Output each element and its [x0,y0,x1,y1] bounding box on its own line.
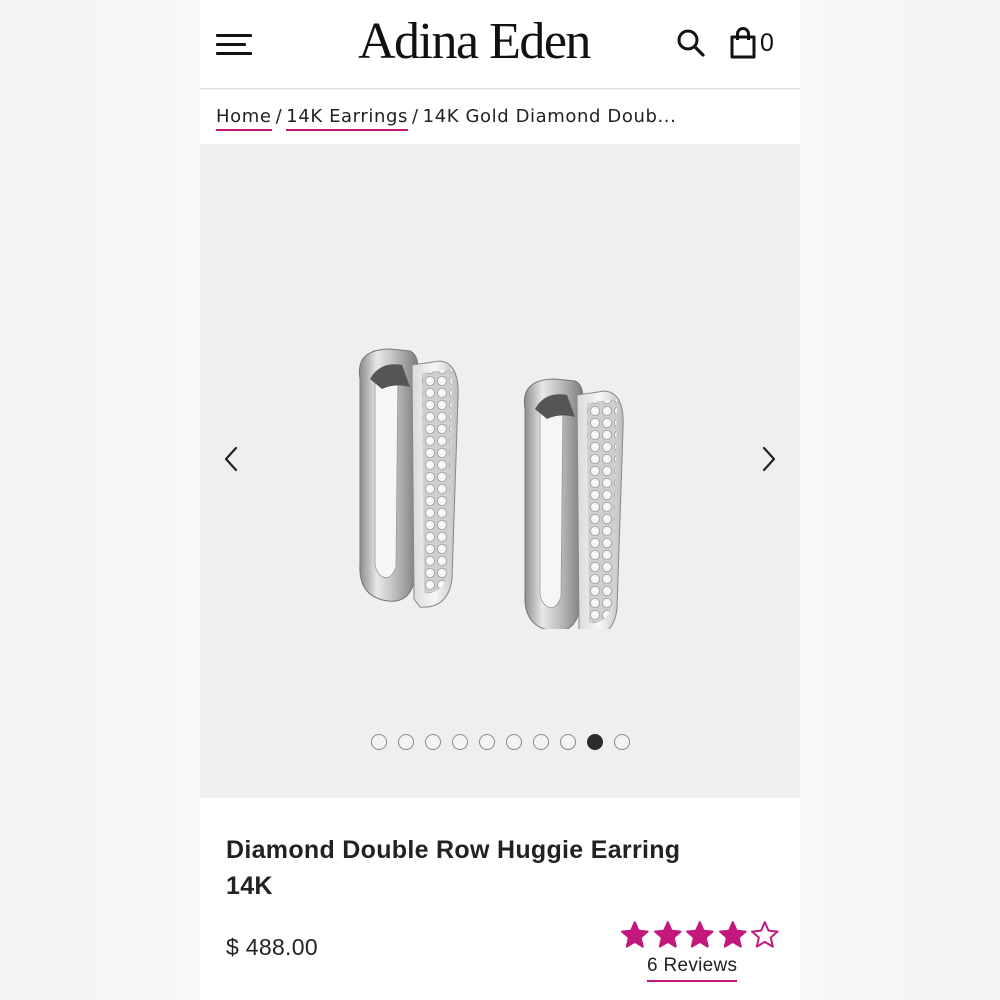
carousel-dot[interactable] [370,734,387,750]
product-title: Diamond Double Row Huggie Earring 14K [226,836,681,900]
product-image-huggie-earrings [358,348,624,629]
carousel-dot[interactable] [532,734,549,750]
breadcrumb-home-link[interactable]: Home [216,106,272,131]
star-filled-icon [686,921,714,948]
star-outline-icon [751,921,779,948]
product-image-carousel[interactable] [200,144,800,798]
carousel-dot[interactable] [424,734,441,750]
search-icon[interactable] [676,28,706,58]
breadcrumb-separator: / [411,106,419,127]
shopping-bag-icon[interactable] [728,27,758,59]
carousel-dot[interactable] [478,734,495,750]
hamburger-menu-icon[interactable] [216,30,254,60]
page-background-right [800,0,1000,1000]
star-filled-icon [653,921,682,948]
carousel-dot[interactable] [505,734,522,750]
star-filled-icon [620,921,649,948]
cart-count-badge[interactable]: 0 [760,28,774,58]
breadcrumb-current-page: 14K Gold Diamond Doub... [422,106,677,127]
carousel-dot[interactable] [613,734,630,750]
product-price: $ 488.00 [226,934,318,960]
carousel-dot[interactable] [451,734,468,750]
star-rating[interactable] [620,920,780,950]
site-header: Adina Eden 0 [200,0,800,89]
carousel-dot[interactable] [397,734,414,750]
carousel-pagination [200,734,800,750]
breadcrumb: Home/14K Earrings/14K Gold Diamond Doub.… [200,90,800,144]
page-background-left [0,0,200,1000]
product-info: Diamond Double Row Huggie Earring 14K $ … [200,798,800,1000]
mobile-viewport: Adina Eden 0 Home/14K Earrings/14K Gold … [200,0,800,1000]
carousel-dot[interactable] [586,734,603,750]
breadcrumb-category-link[interactable]: 14K Earrings [286,106,408,131]
star-filled-icon [718,921,747,948]
reviews-link[interactable]: 6 Reviews [647,955,738,982]
breadcrumb-separator: / [275,106,283,127]
chevron-right-icon[interactable] [756,444,780,474]
brand-logo[interactable]: Adina Eden [358,12,638,72]
carousel-dot[interactable] [559,734,576,750]
chevron-left-icon[interactable] [220,444,244,474]
